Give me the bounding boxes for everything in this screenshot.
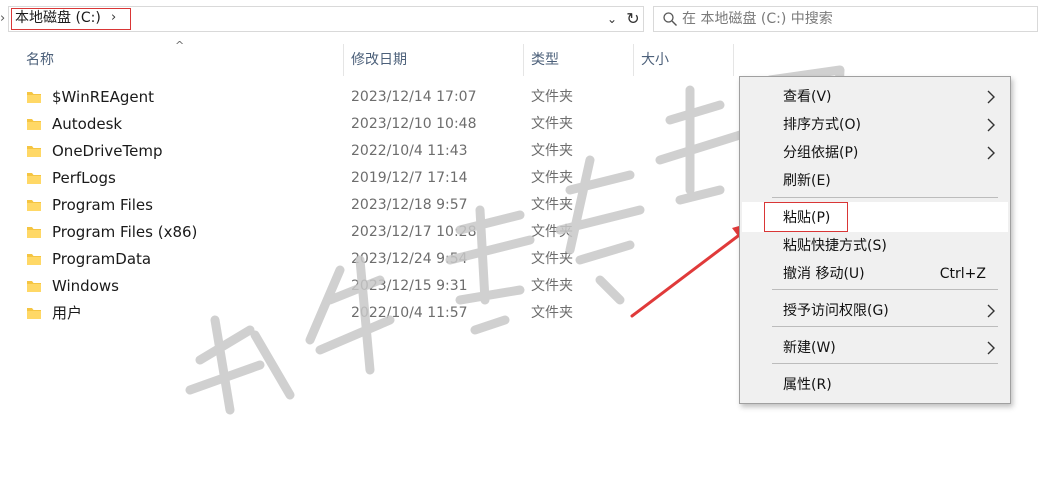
file-type: 文件夹 [531,197,573,213]
address-bar[interactable]: 本地磁盘 (C:) › ⌄ ↻ [8,6,644,32]
menu-item-label: 刷新(E) [783,173,831,189]
file-row[interactable]: OneDriveTemp 2022/10/4 11:43 文件夹 [22,138,702,165]
menu-item-paste-shortcut[interactable]: 粘贴快捷方式(S) [742,232,1008,260]
file-modified-date: 2019/12/7 17:14 [351,170,468,186]
search-input[interactable]: 在 本地磁盘 (C:) 中搜索 [653,6,1038,32]
menu-item-label: 粘贴(P) [783,210,831,226]
menu-item-label: 分组依据(P) [783,145,859,161]
file-row[interactable]: Program Files 2023/12/18 9:57 文件夹 [22,192,702,219]
file-type: 文件夹 [531,170,573,186]
address-row: › 本地磁盘 (C:) › ⌄ ↻ 在 本地磁盘 (C:) 中搜索 [0,0,1041,38]
menu-item-label: 撤消 移动(U) [783,266,865,282]
menu-item-view[interactable]: 查看(V) [742,83,1008,111]
menu-item-paste[interactable]: 粘贴(P) [742,204,1008,232]
menu-item-label: 粘贴快捷方式(S) [783,238,887,254]
refresh-icon[interactable]: ↻ [623,8,643,30]
menu-separator [772,289,998,290]
file-row[interactable]: PerfLogs 2019/12/7 17:14 文件夹 [22,165,702,192]
menu-item-group[interactable]: 分组依据(P) [742,139,1008,167]
context-menu: 查看(V) 排序方式(O) 分组依据(P) 刷新(E) 粘贴(P) 粘贴快捷方式(S) 撤消… [739,76,1011,404]
file-row[interactable]: Windows 2023/12/15 9:31 文件夹 [22,273,702,300]
file-name[interactable]: Autodesk [52,114,122,134]
file-row[interactable]: ProgramData 2023/12/24 9:54 文件夹 [22,246,702,273]
menu-item-label: 属性(R) [783,377,832,393]
menu-separator [772,326,998,327]
folder-icon [27,254,41,265]
file-name[interactable]: Program Files (x86) [52,222,197,242]
file-name[interactable]: Windows [52,276,119,296]
folder-icon [27,92,41,103]
menu-separator [772,197,998,198]
column-header-name[interactable]: 名称 [26,50,54,70]
menu-item-grant-access[interactable]: 授予访问权限(G) [742,297,1008,325]
menu-item-label: 查看(V) [783,89,832,105]
menu-item-refresh[interactable]: 刷新(E) [742,167,1008,195]
menu-item-label: 排序方式(O) [783,117,861,133]
file-type: 文件夹 [531,251,573,267]
file-explorer-window: › 本地磁盘 (C:) › ⌄ ↻ 在 本地磁盘 (C:) 中搜索 ^ 名称 修… [0,0,1041,500]
breadcrumb-local-disk[interactable]: 本地磁盘 (C:) [15,9,101,27]
column-header-modified[interactable]: 修改日期 [351,50,407,70]
folder-icon [27,173,41,184]
chevron-right-icon [987,341,995,355]
file-name[interactable]: $WinREAgent [52,87,154,107]
file-type: 文件夹 [531,224,573,240]
file-type: 文件夹 [531,278,573,294]
chevron-right-icon [987,118,995,132]
file-row[interactable]: Program Files (x86) 2023/12/17 10:28 文件夹 [22,219,702,246]
column-divider[interactable] [343,44,344,76]
menu-item-properties[interactable]: 属性(R) [742,371,1008,399]
menu-item-sort[interactable]: 排序方式(O) [742,111,1008,139]
file-modified-date: 2023/12/14 17:07 [351,89,477,105]
menu-item-undo[interactable]: 撤消 移动(U) Ctrl+Z [742,260,1008,288]
column-divider[interactable] [523,44,524,76]
breadcrumb-chevron-icon[interactable]: › [111,9,116,27]
file-type: 文件夹 [531,305,573,321]
file-modified-date: 2023/12/24 9:54 [351,251,468,267]
folder-icon [27,227,41,238]
menu-item-label: 新建(W) [783,340,836,356]
file-type: 文件夹 [531,116,573,132]
nav-chevron-icon[interactable]: › [0,8,8,30]
file-type: 文件夹 [531,89,573,105]
column-header-size[interactable]: 大小 [641,50,669,70]
folder-icon [27,146,41,157]
chevron-down-icon[interactable]: ⌄ [602,9,622,29]
column-divider[interactable] [633,44,634,76]
menu-item-shortcut: Ctrl+Z [939,266,986,282]
folder-icon [27,119,41,130]
search-icon [663,12,677,26]
chevron-right-icon [987,90,995,104]
file-row[interactable]: 用户 2022/10/4 11:57 文件夹 [22,300,702,327]
file-row[interactable]: $WinREAgent 2023/12/14 17:07 文件夹 [22,84,702,111]
file-modified-date: 2022/10/4 11:43 [351,143,468,159]
folder-icon [27,281,41,292]
file-name[interactable]: ProgramData [52,249,151,269]
file-name[interactable]: OneDriveTemp [52,141,163,161]
file-modified-date: 2023/12/15 9:31 [351,278,468,294]
sort-ascending-icon: ^ [175,39,185,52]
menu-item-label: 授予访问权限(G) [783,303,889,319]
folder-icon [27,200,41,211]
chevron-right-icon [987,304,995,318]
file-modified-date: 2023/12/18 9:57 [351,197,468,213]
search-placeholder: 在 本地磁盘 (C:) 中搜索 [682,11,833,27]
column-header-type[interactable]: 类型 [531,50,559,70]
file-modified-date: 2023/12/10 10:48 [351,116,477,132]
file-name[interactable]: Program Files [52,195,153,215]
file-modified-date: 2022/10/4 11:57 [351,305,468,321]
column-divider[interactable] [733,44,734,76]
file-modified-date: 2023/12/17 10:28 [351,224,477,240]
file-name[interactable]: PerfLogs [52,168,116,188]
folder-icon [27,308,41,319]
chevron-right-icon [987,146,995,160]
menu-item-new[interactable]: 新建(W) [742,334,1008,362]
file-name[interactable]: 用户 [52,303,82,323]
menu-separator [772,363,998,364]
file-row[interactable]: Autodesk 2023/12/10 10:48 文件夹 [22,111,702,138]
file-type: 文件夹 [531,143,573,159]
